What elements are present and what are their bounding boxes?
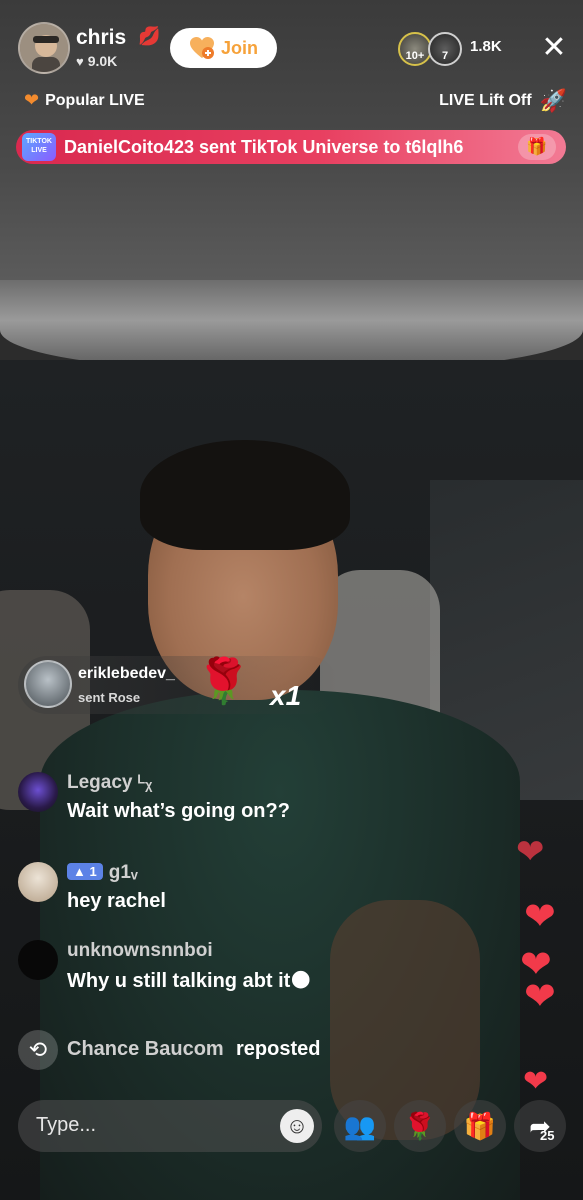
gift-banner-text: DanielCoito423 sent TikTok Universe to t… (64, 136, 464, 157)
car-visor (0, 280, 583, 370)
reposter-name[interactable]: Chance Baucom (67, 1038, 224, 1061)
rocket-icon: 🚀 (539, 88, 567, 113)
host-likes: ♥ 9.0K (76, 53, 117, 69)
floating-heart-icon: ❤ (524, 896, 556, 938)
commenter-avatar[interactable] (18, 862, 58, 902)
level-badge: ▲ 1 (67, 863, 103, 880)
emoji-icon[interactable]: ☺ (280, 1109, 314, 1143)
host-avatar-image (20, 24, 68, 72)
lift-off-label: LIVE Lift Off (439, 92, 532, 109)
comment-input[interactable]: Type... ☺ (18, 1100, 322, 1152)
rose-gift-button[interactable]: 🌹 (394, 1100, 446, 1152)
share-count: 25 (540, 1128, 555, 1143)
comment-text: Why u still talking abt it🌑 (67, 970, 312, 992)
lift-off-tag[interactable]: LIVE Lift Off 🚀 (439, 88, 567, 114)
repost-icon: ⟲ (18, 1030, 58, 1070)
viewer-count[interactable]: 1.8K (470, 38, 502, 55)
top-viewer-avatar[interactable]: 10+ (398, 32, 432, 66)
rose-icon: 🌹 (403, 1111, 437, 1141)
commenter-avatar[interactable] (18, 940, 58, 980)
gift-banner[interactable]: TIKTOK LIVE DanielCoito423 sent TikTok U… (16, 130, 566, 164)
repost-action: reposted (236, 1038, 321, 1060)
comment-text: Wait what’s going on?? (67, 800, 290, 822)
commenter-name[interactable]: Legacy ᴸᵪ (67, 772, 152, 794)
heart-icon: ♥ (76, 54, 84, 69)
people-icon: 👥 (343, 1111, 377, 1141)
comment-text: hey rachel (67, 890, 166, 912)
gift-button[interactable]: 🎁 (454, 1100, 506, 1152)
host-avatar[interactable] (18, 22, 70, 74)
host-likes-count: 9.0K (87, 53, 118, 69)
streamer-hair (140, 440, 350, 550)
live-top-bar: chris 💋 ♥ 9.0K Join 10+ 7 1.8K ✕ (0, 18, 583, 78)
heart-plus-icon (189, 36, 215, 60)
popular-live-label: Popular LIVE (45, 91, 145, 109)
commenter-name[interactable]: g1ᵥ (109, 862, 138, 883)
gift-icon[interactable]: 🎁 (518, 134, 556, 160)
gifter-name[interactable]: eriklebedev_ (78, 665, 175, 683)
live-tags-row: ❤ Popular LIVE LIVE Lift Off 🚀 (0, 88, 583, 114)
floating-heart-icon: ❤ (523, 1065, 549, 1098)
live-video-background (0, 0, 583, 1200)
gift-icon: 🎁 (463, 1111, 497, 1141)
lips-badge-icon: 💋 (138, 26, 161, 46)
share-button[interactable]: ➦ (514, 1100, 566, 1152)
commenter-name-row[interactable]: ▲ 1 g1ᵥ (67, 862, 138, 884)
join-button[interactable]: Join (170, 28, 277, 68)
viewer-rank-badge: 7 (441, 50, 449, 62)
gift-combo-count: x1 (270, 680, 302, 711)
tiktok-live-icon: TIKTOK LIVE (22, 133, 56, 161)
heart-icon: ❤ (24, 90, 40, 110)
gifter-avatar[interactable] (24, 660, 72, 708)
guest-request-button[interactable]: 👥 (334, 1100, 386, 1152)
rose-icon: 🌹 (196, 657, 251, 706)
join-label: Join (220, 37, 258, 58)
comment-input-placeholder: Type... (36, 1114, 97, 1136)
close-icon[interactable]: ✕ (538, 32, 570, 64)
commenter-avatar[interactable] (18, 772, 58, 812)
viewer-rank-badge: 10+ (405, 50, 425, 62)
gift-action: sent Rose (78, 690, 141, 705)
repost-notice: ⟲ Chance Baucom reposted (18, 1030, 418, 1070)
top-viewers[interactable]: 10+ 7 (398, 32, 466, 66)
host-name[interactable]: chris (76, 26, 126, 50)
commenter-name[interactable]: unknownsnnboi (67, 940, 213, 962)
popular-live-tag[interactable]: ❤ Popular LIVE (24, 90, 145, 111)
top-viewer-avatar[interactable]: 7 (428, 32, 462, 66)
floating-heart-icon: ❤ (516, 833, 545, 871)
floating-heart-icon: ❤ (524, 976, 556, 1018)
